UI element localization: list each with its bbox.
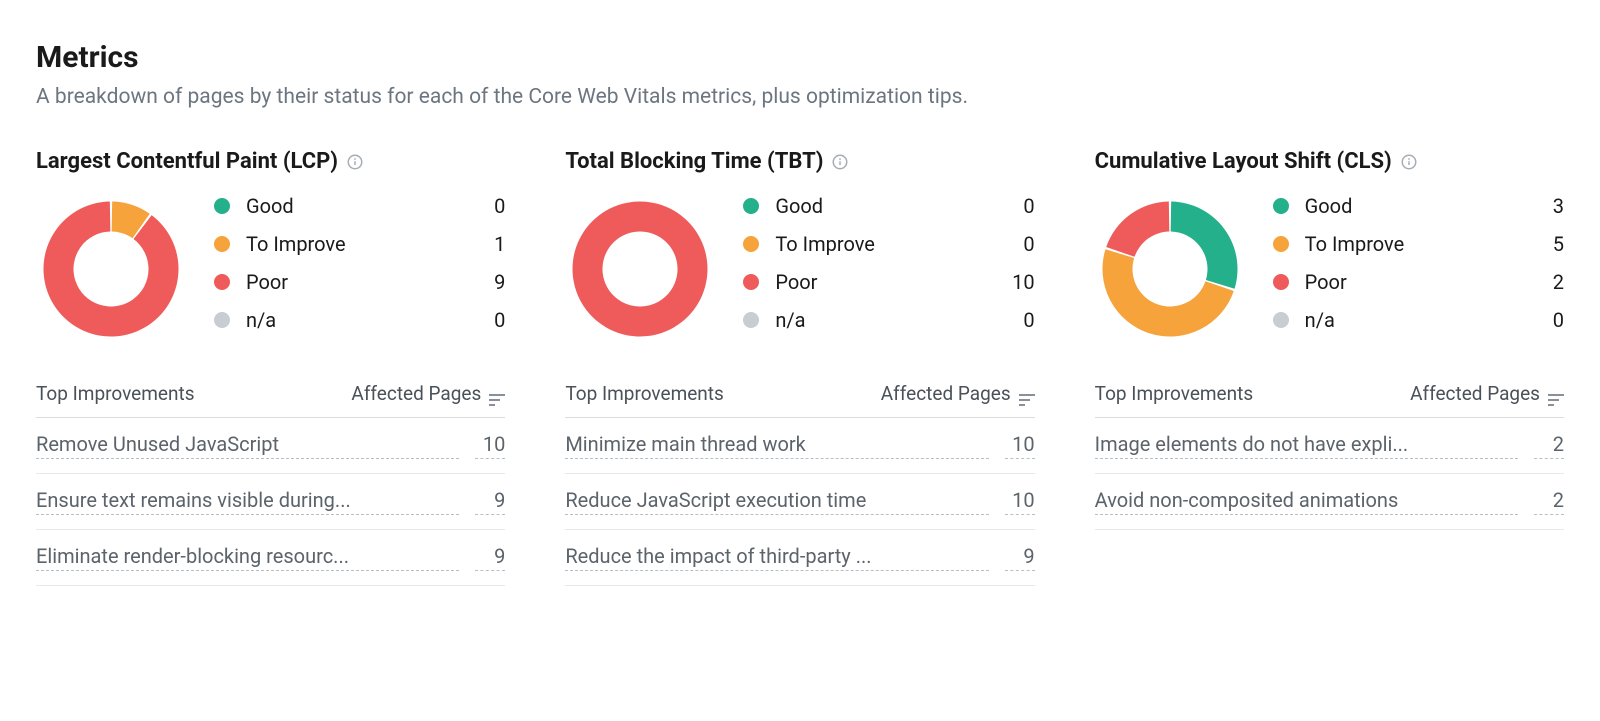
improvement-count[interactable]: 2 — [1534, 432, 1564, 459]
legend-label-improve: To Improve — [1305, 232, 1530, 256]
legend-value-improve: 0 — [1011, 232, 1035, 256]
metric-title-text: Cumulative Layout Shift (CLS) — [1095, 149, 1392, 174]
legend-label-poor: Poor — [1305, 270, 1530, 294]
info-icon[interactable] — [831, 153, 849, 171]
col-affected-pages[interactable]: Affected Pages — [881, 382, 1035, 405]
metric-title: Cumulative Layout Shift (CLS) — [1095, 149, 1564, 174]
col-top-improvements[interactable]: Top Improvements — [565, 382, 880, 405]
metric-title-text: Largest Contentful Paint (LCP) — [36, 149, 338, 174]
col-top-improvements[interactable]: Top Improvements — [36, 382, 351, 405]
improvement-label[interactable]: Eliminate render-blocking resourc... — [36, 544, 459, 571]
metric-title-text: Total Blocking Time (TBT) — [565, 149, 823, 174]
col-affected-pages-label: Affected Pages — [881, 382, 1011, 405]
legend-label-good: Good — [246, 194, 471, 218]
legend-value-good: 3 — [1540, 194, 1564, 218]
legend-value-poor: 9 — [481, 270, 505, 294]
metric-card: Total Blocking Time (TBT) Good 0 To Improve… — [565, 149, 1034, 586]
improvement-row[interactable]: Reduce the impact of third-party ... 9 — [565, 530, 1034, 586]
info-icon[interactable] — [1400, 153, 1418, 171]
improvement-count[interactable]: 9 — [1005, 544, 1035, 571]
improvement-count[interactable]: 10 — [475, 432, 505, 459]
metric-chart-row: Good 0 To Improve 0 Poor 10 n/a 0 — [565, 194, 1034, 344]
legend-value-improve: 5 — [1540, 232, 1564, 256]
legend-label-improve: To Improve — [246, 232, 471, 256]
improvement-count[interactable]: 10 — [1005, 432, 1035, 459]
improvement-row[interactable]: Image elements do not have expli... 2 — [1095, 418, 1564, 474]
legend-label-good: Good — [775, 194, 1000, 218]
improvement-label[interactable]: Image elements do not have expli... — [1095, 432, 1518, 459]
improvement-row[interactable]: Remove Unused JavaScript 10 — [36, 418, 505, 474]
improvement-count[interactable]: 9 — [475, 544, 505, 571]
legend: Good 0 To Improve 1 Poor 9 n/a 0 — [214, 194, 505, 332]
page-subtitle: A breakdown of pages by their status for… — [36, 85, 1564, 109]
legend-label-na: n/a — [775, 308, 1000, 332]
legend-dot-poor — [743, 274, 759, 290]
metric-chart-row: Good 3 To Improve 5 Poor 2 n/a 0 — [1095, 194, 1564, 344]
improvement-label[interactable]: Reduce JavaScript execution time — [565, 488, 988, 515]
improvement-count[interactable]: 10 — [1005, 488, 1035, 515]
donut-chart — [565, 194, 715, 344]
improvement-row[interactable]: Minimize main thread work 10 — [565, 418, 1034, 474]
legend-value-na: 0 — [1540, 308, 1564, 332]
legend-value-good: 0 — [481, 194, 505, 218]
improvement-count[interactable]: 9 — [475, 488, 505, 515]
legend-dot-na — [1273, 312, 1289, 328]
col-affected-pages-label: Affected Pages — [351, 382, 481, 405]
legend-label-na: n/a — [246, 308, 471, 332]
metric-title: Largest Contentful Paint (LCP) — [36, 149, 505, 174]
page-title: Metrics — [36, 40, 1564, 75]
improvement-label[interactable]: Minimize main thread work — [565, 432, 988, 459]
legend-value-poor: 10 — [1011, 270, 1035, 294]
legend-dot-improve — [743, 236, 759, 252]
legend: Good 3 To Improve 5 Poor 2 n/a 0 — [1273, 194, 1564, 332]
improvement-label[interactable]: Reduce the impact of third-party ... — [565, 544, 988, 571]
donut-chart — [1095, 194, 1245, 344]
metric-card: Largest Contentful Paint (LCP) Good 0 To Im… — [36, 149, 505, 586]
legend-value-improve: 1 — [481, 232, 505, 256]
legend-label-poor: Poor — [246, 270, 471, 294]
sort-icon[interactable] — [489, 388, 505, 400]
legend-dot-poor — [214, 274, 230, 290]
col-affected-pages-label: Affected Pages — [1410, 382, 1540, 405]
legend-dot-good — [214, 198, 230, 214]
metric-title: Total Blocking Time (TBT) — [565, 149, 1034, 174]
legend: Good 0 To Improve 0 Poor 10 n/a 0 — [743, 194, 1034, 332]
col-top-improvements[interactable]: Top Improvements — [1095, 382, 1410, 405]
improvement-label[interactable]: Ensure text remains visible during... — [36, 488, 459, 515]
legend-dot-poor — [1273, 274, 1289, 290]
col-affected-pages[interactable]: Affected Pages — [351, 382, 505, 405]
improvement-label[interactable]: Remove Unused JavaScript — [36, 432, 459, 459]
improvement-label[interactable]: Avoid non-composited animations — [1095, 488, 1518, 515]
sort-icon[interactable] — [1019, 388, 1035, 400]
legend-label-poor: Poor — [775, 270, 1000, 294]
legend-value-poor: 2 — [1540, 270, 1564, 294]
legend-dot-good — [743, 198, 759, 214]
legend-value-na: 0 — [481, 308, 505, 332]
legend-value-good: 0 — [1011, 194, 1035, 218]
improvement-row[interactable]: Ensure text remains visible during... 9 — [36, 474, 505, 530]
col-affected-pages[interactable]: Affected Pages — [1410, 382, 1564, 405]
legend-label-na: n/a — [1305, 308, 1530, 332]
metric-chart-row: Good 0 To Improve 1 Poor 9 n/a 0 — [36, 194, 505, 344]
improvement-count[interactable]: 2 — [1534, 488, 1564, 515]
legend-dot-na — [743, 312, 759, 328]
improvement-row[interactable]: Eliminate render-blocking resourc... 9 — [36, 530, 505, 586]
legend-dot-na — [214, 312, 230, 328]
legend-dot-improve — [1273, 236, 1289, 252]
improvement-row[interactable]: Avoid non-composited animations 2 — [1095, 474, 1564, 530]
metric-card: Cumulative Layout Shift (CLS) Good 3 To Imp… — [1095, 149, 1564, 586]
improvement-row[interactable]: Reduce JavaScript execution time 10 — [565, 474, 1034, 530]
info-icon[interactable] — [346, 153, 364, 171]
legend-dot-improve — [214, 236, 230, 252]
donut-chart — [36, 194, 186, 344]
improvements-header: Top ImprovementsAffected Pages — [565, 374, 1034, 418]
improvements-header: Top ImprovementsAffected Pages — [1095, 374, 1564, 418]
legend-value-na: 0 — [1011, 308, 1035, 332]
legend-dot-good — [1273, 198, 1289, 214]
sort-icon[interactable] — [1548, 388, 1564, 400]
legend-label-good: Good — [1305, 194, 1530, 218]
legend-label-improve: To Improve — [775, 232, 1000, 256]
improvements-header: Top ImprovementsAffected Pages — [36, 374, 505, 418]
